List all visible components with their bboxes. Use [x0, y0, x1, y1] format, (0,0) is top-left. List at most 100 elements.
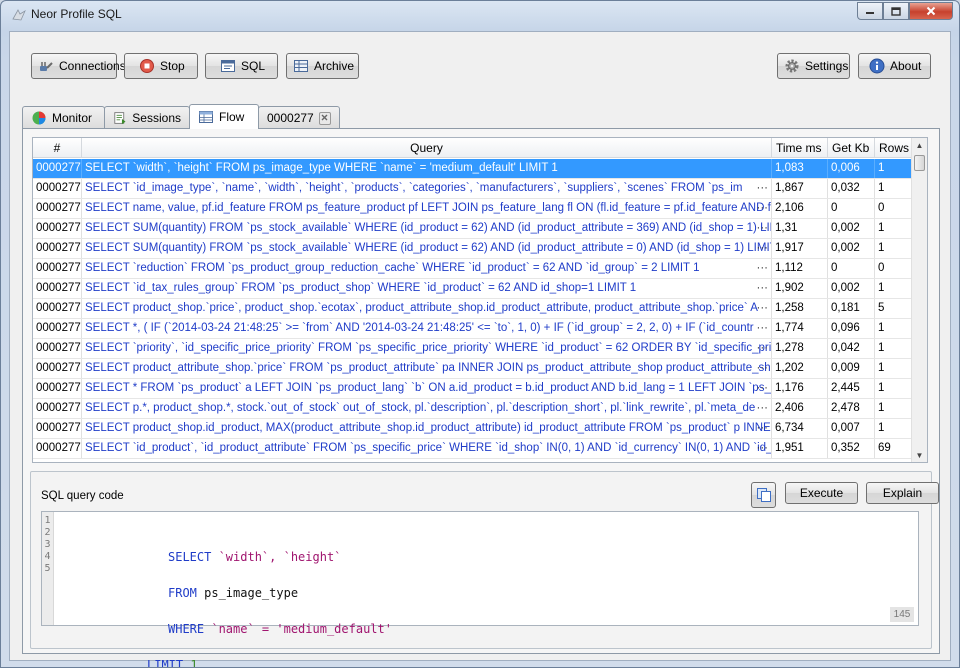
line-number: 3	[44, 539, 51, 550]
query-text: SELECT SUM(quantity) FROM `ps_stock_avai…	[85, 242, 772, 254]
tab-session-0000277[interactable]: 0000277	[258, 106, 340, 129]
ellipsis-button[interactable]: ···	[757, 359, 769, 378]
app-logo-icon	[12, 9, 26, 21]
cell-query: SELECT name, value, pf.id_feature FROM p…	[82, 199, 772, 218]
table-row[interactable]: 0000277 SELECT product_shop.`price`, prod…	[33, 299, 914, 319]
settings-label: Settings	[805, 59, 849, 73]
query-text: SELECT `priority`, `id_specific_price_pr…	[85, 342, 772, 354]
explain-button[interactable]: Explain	[866, 482, 939, 504]
minimize-button[interactable]	[857, 2, 883, 20]
cell-time: 1,867	[772, 179, 828, 198]
query-text: SELECT `id_image_type`, `name`, `width`,…	[85, 182, 743, 194]
ellipsis-button[interactable]: ···	[757, 179, 769, 198]
table-row[interactable]: 0000277 SELECT name, value, pf.id_feature…	[33, 199, 914, 219]
table-row[interactable]: 0000277 SELECT * FROM `ps_product` a LEFT…	[33, 379, 914, 399]
ellipsis-button[interactable]: ···	[757, 219, 769, 238]
table-row[interactable]: 0000277 SELECT `id_image_type`, `name`, `…	[33, 179, 914, 199]
scroll-down-arrow[interactable]: ▼	[912, 448, 927, 462]
execute-button[interactable]: Execute	[785, 482, 858, 504]
cell-query: SELECT SUM(quantity) FROM `ps_stock_avai…	[82, 239, 772, 258]
ellipsis-button[interactable]: ···	[757, 339, 769, 358]
grid-vertical-scrollbar[interactable]: ▲ ▼	[911, 138, 927, 462]
table-row[interactable]: 0000277 SELECT `id_tax_rules_group` FROM …	[33, 279, 914, 299]
cell-time: 2,106	[772, 199, 828, 218]
tab-close-button[interactable]	[318, 111, 331, 125]
table-row[interactable]: 0000277 SELECT product_shop.id_product, M…	[33, 419, 914, 439]
table-row[interactable]: 0000277 SELECT `reduction` FROM `ps_produ…	[33, 259, 914, 279]
cell-rows: 1	[875, 339, 914, 358]
column-header-kb[interactable]: Get Kb	[828, 138, 875, 157]
scroll-thumb[interactable]	[914, 155, 925, 171]
connections-button[interactable]: Connections	[31, 53, 126, 79]
cell-query: SELECT *, ( IF (`2014-03-24 21:48:25` >=…	[82, 319, 772, 338]
copy-button[interactable]	[751, 482, 776, 508]
sql-code-editor[interactable]: 1 2 3 4 5 SELECT `width`, `height` FROM …	[41, 511, 919, 667]
cell-kb: 0,006	[828, 159, 875, 178]
close-icon	[926, 6, 936, 16]
ellipsis-button[interactable]: ···	[757, 299, 769, 318]
table-row[interactable]: 0000277 SELECT *, ( IF (`2014-03-24 21:48…	[33, 319, 914, 339]
ellipsis-button[interactable]: ···	[757, 259, 769, 278]
table-row[interactable]: 0000277 SELECT SUM(quantity) FROM `ps_sto…	[33, 239, 914, 259]
close-tab-icon	[321, 114, 328, 120]
settings-button[interactable]: Settings	[777, 53, 850, 79]
ellipsis-button[interactable]: ···	[757, 379, 769, 398]
column-header-query[interactable]: Query	[82, 138, 772, 157]
table-row[interactable]: 0000277 SELECT `width`, `height` FROM ps_…	[33, 159, 914, 179]
cell-kb: 0,042	[828, 339, 875, 358]
query-text: SELECT p.*, product_shop.*, stock.`out_o…	[85, 402, 756, 414]
cell-rows: 1	[875, 239, 914, 258]
maximize-icon	[891, 6, 901, 16]
table-row[interactable]: 0000277 SELECT SUM(quantity) FROM `ps_sto…	[33, 219, 914, 239]
query-text: SELECT `width`, `height` FROM ps_image_t…	[85, 162, 558, 174]
query-text: SELECT `id_product`, `id_product_attribu…	[85, 442, 772, 454]
tab-monitor[interactable]: Monitor	[22, 106, 105, 129]
code-line: SELECT `width`, `height`	[56, 551, 392, 563]
code-keyword: WHERE	[168, 622, 205, 636]
cell-rows: 1	[875, 359, 914, 378]
code-keyword: FROM	[168, 586, 197, 600]
sql-query-label: SQL query code	[41, 490, 124, 502]
maximize-button[interactable]	[883, 2, 909, 20]
character-count: 145	[890, 607, 914, 622]
cell-id: 0000277	[33, 179, 82, 198]
scroll-up-arrow[interactable]: ▲	[912, 138, 927, 154]
ellipsis-button[interactable]: ···	[757, 199, 769, 218]
table-row[interactable]: 0000277 SELECT product_attribute_shop.`pr…	[33, 359, 914, 379]
sessions-icon	[114, 112, 126, 125]
query-text: SELECT `id_tax_rules_group` FROM `ps_pro…	[85, 282, 637, 294]
ellipsis-button[interactable]: ···	[757, 419, 769, 438]
cell-id: 0000277	[33, 239, 82, 258]
about-button[interactable]: About	[858, 53, 931, 79]
tab-flow[interactable]: Flow	[189, 104, 259, 129]
column-header-number[interactable]: #	[33, 138, 82, 157]
column-header-rows[interactable]: Rows	[875, 138, 914, 157]
cell-time: 1,258	[772, 299, 828, 318]
tab-flow-label: Flow	[219, 110, 245, 124]
line-number: 4	[44, 551, 51, 562]
sql-button[interactable]: SQL	[205, 53, 278, 79]
table-row[interactable]: 0000277 SELECT `priority`, `id_specific_p…	[33, 339, 914, 359]
tab-sessions-label: Sessions	[132, 111, 181, 125]
ellipsis-button[interactable]: ···	[757, 399, 769, 418]
sql-query-panel: SQL query code Execute Explain 1 2 3 4 5	[30, 471, 939, 667]
table-row[interactable]: 0000277 SELECT `id_product`, `id_product_…	[33, 439, 914, 459]
ellipsis-button[interactable]: ···	[757, 439, 769, 458]
cell-query: SELECT product_attribute_shop.`price` FR…	[82, 359, 772, 378]
query-grid: # Query Time ms Get Kb Rows 0000277 SELEC…	[32, 137, 928, 463]
table-row[interactable]: 0000277 SELECT p.*, product_shop.*, stock…	[33, 399, 914, 419]
ellipsis-button[interactable]: ···	[757, 319, 769, 338]
query-text: SELECT `reduction` FROM `ps_product_grou…	[85, 262, 700, 274]
ellipsis-button[interactable]: ···	[757, 239, 769, 258]
column-header-time[interactable]: Time ms	[772, 138, 828, 157]
cell-rows: 1	[875, 419, 914, 438]
archive-button[interactable]: Archive	[286, 53, 359, 79]
stop-button[interactable]: Stop	[124, 53, 198, 79]
title-bar[interactable]: Neor Profile SQL	[1, 1, 959, 29]
close-window-button[interactable]	[909, 2, 953, 20]
cell-id: 0000277	[33, 439, 82, 458]
query-text: SELECT *, ( IF (`2014-03-24 21:48:25` >=…	[85, 322, 754, 334]
tab-sessions[interactable]: Sessions	[104, 106, 190, 129]
ellipsis-button[interactable]: ···	[757, 279, 769, 298]
cell-kb: 0,002	[828, 219, 875, 238]
